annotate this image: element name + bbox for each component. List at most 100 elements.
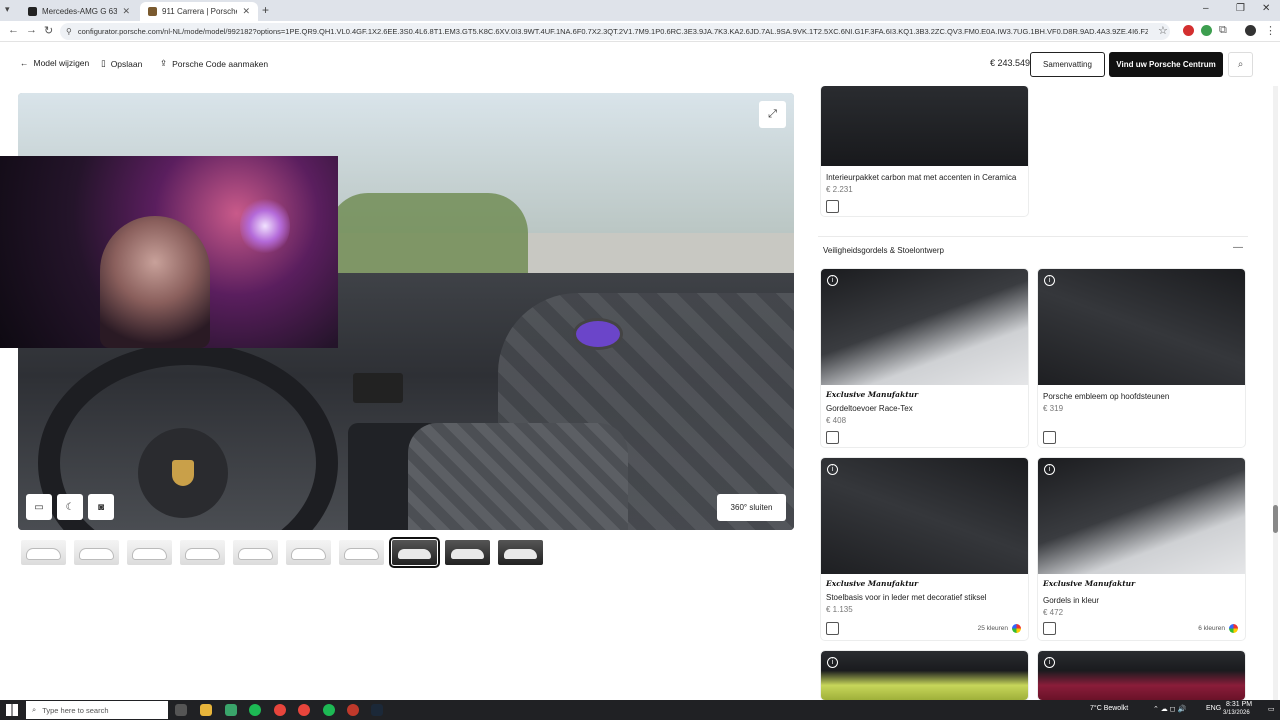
option-card-headrest-emblem[interactable]: i Porsche embleem op hoofdsteunen € 319 xyxy=(1038,269,1245,447)
close-tab-icon[interactable]: ✕ xyxy=(122,6,130,17)
bookmark-star-icon[interactable]: ☆ xyxy=(1158,24,1168,37)
page-scrollbar-track[interactable] xyxy=(1273,86,1278,700)
webcam-light xyxy=(240,196,290,256)
windows-start-icon[interactable] xyxy=(6,704,18,716)
minimize-button[interactable]: – xyxy=(1203,3,1209,14)
notifications-icon[interactable]: ▭ xyxy=(1268,705,1275,713)
weather-widget[interactable]: 7°C Bewolkt xyxy=(1090,705,1128,712)
option-checkbox[interactable] xyxy=(1043,431,1056,444)
close-window-button[interactable]: ✕ xyxy=(1262,3,1270,14)
thumbnail-interior-360[interactable] xyxy=(389,537,440,568)
store-icon[interactable] xyxy=(225,704,237,716)
option-card-seat-bordeaux[interactable]: i xyxy=(1038,651,1245,700)
thumbnail-exterior-front[interactable] xyxy=(21,540,66,565)
back-icon[interactable]: ← xyxy=(8,24,19,36)
extension-icon[interactable] xyxy=(1201,25,1212,36)
thumbnail-exterior-rear-quarter[interactable] xyxy=(180,540,225,565)
thumbnail-image xyxy=(133,549,166,559)
night-mode-button[interactable]: ☾ xyxy=(57,494,83,520)
option-checkbox[interactable] xyxy=(826,200,839,213)
chrome-icon[interactable] xyxy=(274,704,286,716)
steering-hub xyxy=(138,428,228,518)
info-icon[interactable]: i xyxy=(827,275,838,286)
find-dealer-button[interactable]: Vind uw Porsche Centrum xyxy=(1109,52,1223,77)
option-price: € 408 xyxy=(826,416,847,425)
section-title-seatbelts[interactable]: Veiligheidsgordels & Stoelontwerp xyxy=(823,246,944,255)
file-explorer-icon[interactable] xyxy=(200,704,212,716)
system-tray-icons[interactable]: ⌃ ☁ ◻ 🔊 xyxy=(1153,705,1186,713)
taskbar-search[interactable]: ⌕ Type here to search xyxy=(26,701,168,719)
spotify-icon[interactable] xyxy=(249,704,261,716)
save-link[interactable]: ▯ Opslaan xyxy=(101,58,142,69)
color-count[interactable]: 25 kleuren xyxy=(978,624,1021,633)
task-view-icon[interactable] xyxy=(175,704,187,716)
option-checkbox[interactable] xyxy=(826,622,839,635)
thumbnail-exterior-rear[interactable] xyxy=(286,540,331,565)
option-name: Interieurpakket carbon mat met accenten … xyxy=(826,173,1017,182)
info-icon[interactable]: i xyxy=(1044,275,1055,286)
close-360-button[interactable]: 360° sluiten xyxy=(717,494,786,521)
thumbnail-wheel[interactable] xyxy=(74,540,119,565)
option-card-seat-base[interactable]: i Exclusive Manufaktur Stoelbasis voor i… xyxy=(821,458,1028,640)
steam-icon[interactable] xyxy=(371,704,383,716)
option-checkbox[interactable] xyxy=(1043,622,1056,635)
color-count[interactable]: 6 kleuren xyxy=(1198,624,1238,633)
option-card-seat-lime[interactable]: i xyxy=(821,651,1028,700)
thumbnail-exterior-top[interactable] xyxy=(233,540,278,565)
change-model-link[interactable]: ← Model wijzigen xyxy=(20,58,89,68)
background-toggle-button[interactable]: ▭ xyxy=(26,494,52,520)
opera-extension-icon[interactable] xyxy=(1183,25,1194,36)
thumbnail-image xyxy=(504,549,537,559)
info-icon[interactable]: i xyxy=(1044,464,1055,475)
info-icon[interactable]: i xyxy=(827,464,838,475)
spotify-icon-2[interactable] xyxy=(323,704,335,716)
browser-tab-porsche[interactable]: 911 Carrera | Porsche Car Confi ✕ xyxy=(140,2,258,21)
thumbnail-interior-seats[interactable] xyxy=(498,540,543,565)
option-name: Gordels in kleur xyxy=(1043,596,1100,605)
tab-list-icon[interactable]: ▾ xyxy=(5,4,10,15)
collapse-section-icon[interactable]: — xyxy=(1233,242,1243,253)
thumbnail-image xyxy=(186,549,219,559)
profile-avatar-icon[interactable] xyxy=(1245,25,1256,36)
clock-date[interactable]: 3/13/2026 xyxy=(1223,710,1250,716)
language-indicator[interactable]: ENG xyxy=(1206,705,1221,712)
page-scrollbar-thumb[interactable] xyxy=(1273,505,1278,533)
search-button[interactable]: ⌕ xyxy=(1228,52,1253,77)
thumbnail-exterior-side[interactable] xyxy=(127,540,172,565)
browser-tab-bar: ▾ Mercedes-AMG G 63 - Samenv ✕ 911 Carre… xyxy=(0,0,1280,21)
option-card-colored-belts[interactable]: i Exclusive Manufaktur Gordels in kleur … xyxy=(1038,458,1245,640)
configurator-header: ← Model wijzigen ▯ Opslaan ⇪ Porsche Cod… xyxy=(0,42,1280,86)
summary-button[interactable]: Samenvatting xyxy=(1030,52,1105,77)
reload-icon[interactable]: ↻ xyxy=(44,24,53,37)
option-card-interior-package[interactable]: Interieurpakket carbon mat met accenten … xyxy=(821,86,1028,216)
thumbnail-exterior-rear-low[interactable] xyxy=(339,540,384,565)
thumbnail-image xyxy=(451,549,484,559)
option-card-belt-feed[interactable]: i Exclusive Manufaktur Gordeltoevoer Rac… xyxy=(821,269,1028,447)
thumbnail-interior-door[interactable] xyxy=(445,540,490,565)
browser-menu-icon[interactable]: ⋮ xyxy=(1265,24,1276,37)
new-tab-button[interactable]: + xyxy=(262,3,269,17)
site-info-icon[interactable]: ⚲ xyxy=(66,27,72,36)
fullscreen-button[interactable]: ⤢ xyxy=(759,101,786,128)
close-tab-icon[interactable]: ✕ xyxy=(242,6,250,17)
search-icon: ⌕ xyxy=(32,705,37,714)
option-price: € 1.135 xyxy=(826,605,853,614)
info-icon[interactable]: i xyxy=(1044,657,1055,668)
url-field[interactable]: ⚲ configurator.porsche.com/nl-NL/mode/mo… xyxy=(60,23,1170,40)
maximize-button[interactable]: ❐ xyxy=(1236,3,1245,14)
chrome-icon-2[interactable] xyxy=(298,704,310,716)
browser-tab-mercedes[interactable]: Mercedes-AMG G 63 - Samenv ✕ xyxy=(20,2,138,21)
option-image xyxy=(821,86,1028,166)
forward-icon[interactable]: → xyxy=(26,24,37,36)
info-icon[interactable]: i xyxy=(827,657,838,668)
option-checkbox[interactable] xyxy=(826,431,839,444)
extensions-puzzle-icon[interactable]: ⧉ xyxy=(1219,24,1227,37)
thumbnail-image xyxy=(27,549,60,559)
clock-time[interactable]: 8:31 PM xyxy=(1226,701,1252,708)
camera-button[interactable]: ◙ xyxy=(88,494,114,520)
url-text[interactable]: configurator.porsche.com/nl-NL/mode/mode… xyxy=(78,27,1148,36)
thumbnail-image xyxy=(398,549,431,559)
search-icon: ⌕ xyxy=(1237,59,1244,70)
opera-icon[interactable] xyxy=(347,704,359,716)
porsche-code-link[interactable]: ⇪ Porsche Code aanmaken xyxy=(160,58,268,69)
